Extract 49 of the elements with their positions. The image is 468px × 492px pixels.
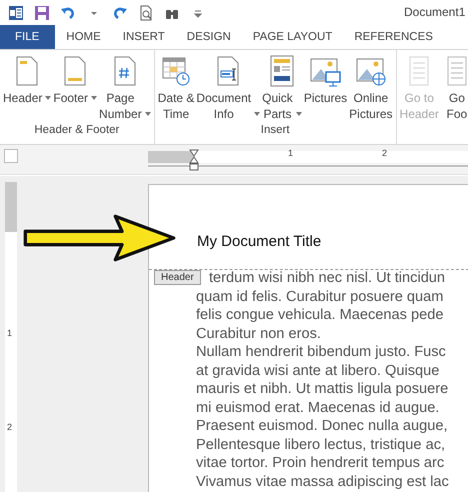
ruler-number: 1 <box>7 328 12 338</box>
ribbon-tab[interactable]: HOME <box>55 25 112 49</box>
header-text: My Document Title <box>197 233 322 250</box>
ruler-number: 2 <box>382 148 388 158</box>
body-text-line: at gravida wisi ante at libero. Quisque <box>196 362 440 380</box>
caret-icon[interactable] <box>91 95 98 101</box>
ruler-number: 2 <box>7 422 12 432</box>
save-icon[interactable] <box>34 4 50 20</box>
ribbon-button[interactable]: Pictures <box>302 52 348 124</box>
file-tab[interactable]: FILE <box>0 25 56 49</box>
ribbon-button[interactable]: Header <box>2 52 52 124</box>
body-text-line: mauris et nibh. Ut mattis ligula posuere <box>196 380 448 398</box>
print-preview-icon[interactable] <box>138 4 154 20</box>
ribbon-button[interactable]: Online Pictures <box>348 52 394 124</box>
body-text-line: quam id felis. Curabitur posuere quam <box>196 288 444 306</box>
body-text-line: Praesent euismod. Donec nulla augue, <box>196 417 448 436</box>
ruler-margin <box>5 182 17 232</box>
caret-icon[interactable] <box>254 111 260 117</box>
redo-icon[interactable] <box>112 4 128 20</box>
ribbon-button[interactable]: Go Foo <box>440 52 468 144</box>
body-text-line: felis congue vehicula. Maecenas pede <box>196 306 444 324</box>
ribbon-button[interactable]: Quick Parts <box>261 52 303 124</box>
caret-icon[interactable] <box>296 111 302 117</box>
ribbon-button[interactable]: Document Info <box>195 52 262 124</box>
body-text-line: vitae tortor. Proin hendrerit tempus arc <box>196 454 444 472</box>
caret-icon[interactable] <box>45 95 52 101</box>
header-tag: Header <box>154 270 201 285</box>
window-title: Document1 <box>404 5 466 19</box>
ruler-number: 1 <box>288 148 294 158</box>
caret-icon[interactable] <box>144 111 151 117</box>
vertical-ruler[interactable]: 1 2 <box>5 182 17 492</box>
body-text-line: Pellentesque libero lectus, tristique ac, <box>196 436 446 454</box>
body-text-line: Curabitur non eros. <box>196 324 321 343</box>
ribbon-button[interactable]: Page Number <box>98 52 152 124</box>
ribbon-tab[interactable]: PAGE LAYOUT <box>242 25 344 49</box>
body-text-line: mi euismod erat. Maecenas id augue. <box>196 398 440 417</box>
ribbon-button[interactable]: Footer <box>52 52 98 124</box>
ribbon-tab[interactable]: DESIGN <box>176 25 242 49</box>
body-text-line: terdum wisi nibh nec nisl. Ut tincidun <box>209 269 446 288</box>
body-text-line: Vivamus vitae massa adipiscing est lac <box>196 472 449 491</box>
ribbon-button[interactable]: Date & Time <box>156 52 196 124</box>
group-label: Header & Footer <box>33 124 120 138</box>
ribbon-tab[interactable]: INSERT <box>112 25 176 49</box>
ribbon-tab[interactable]: REFERENCES <box>343 25 444 49</box>
undo-icon[interactable] <box>60 4 76 20</box>
group-label: Insert <box>260 124 291 138</box>
word-icon[interactable] <box>8 4 24 20</box>
horizontal-ruler[interactable] <box>148 149 468 173</box>
body-text-line: Nullam hendrerit bibendum justo. Fusc <box>196 343 446 362</box>
